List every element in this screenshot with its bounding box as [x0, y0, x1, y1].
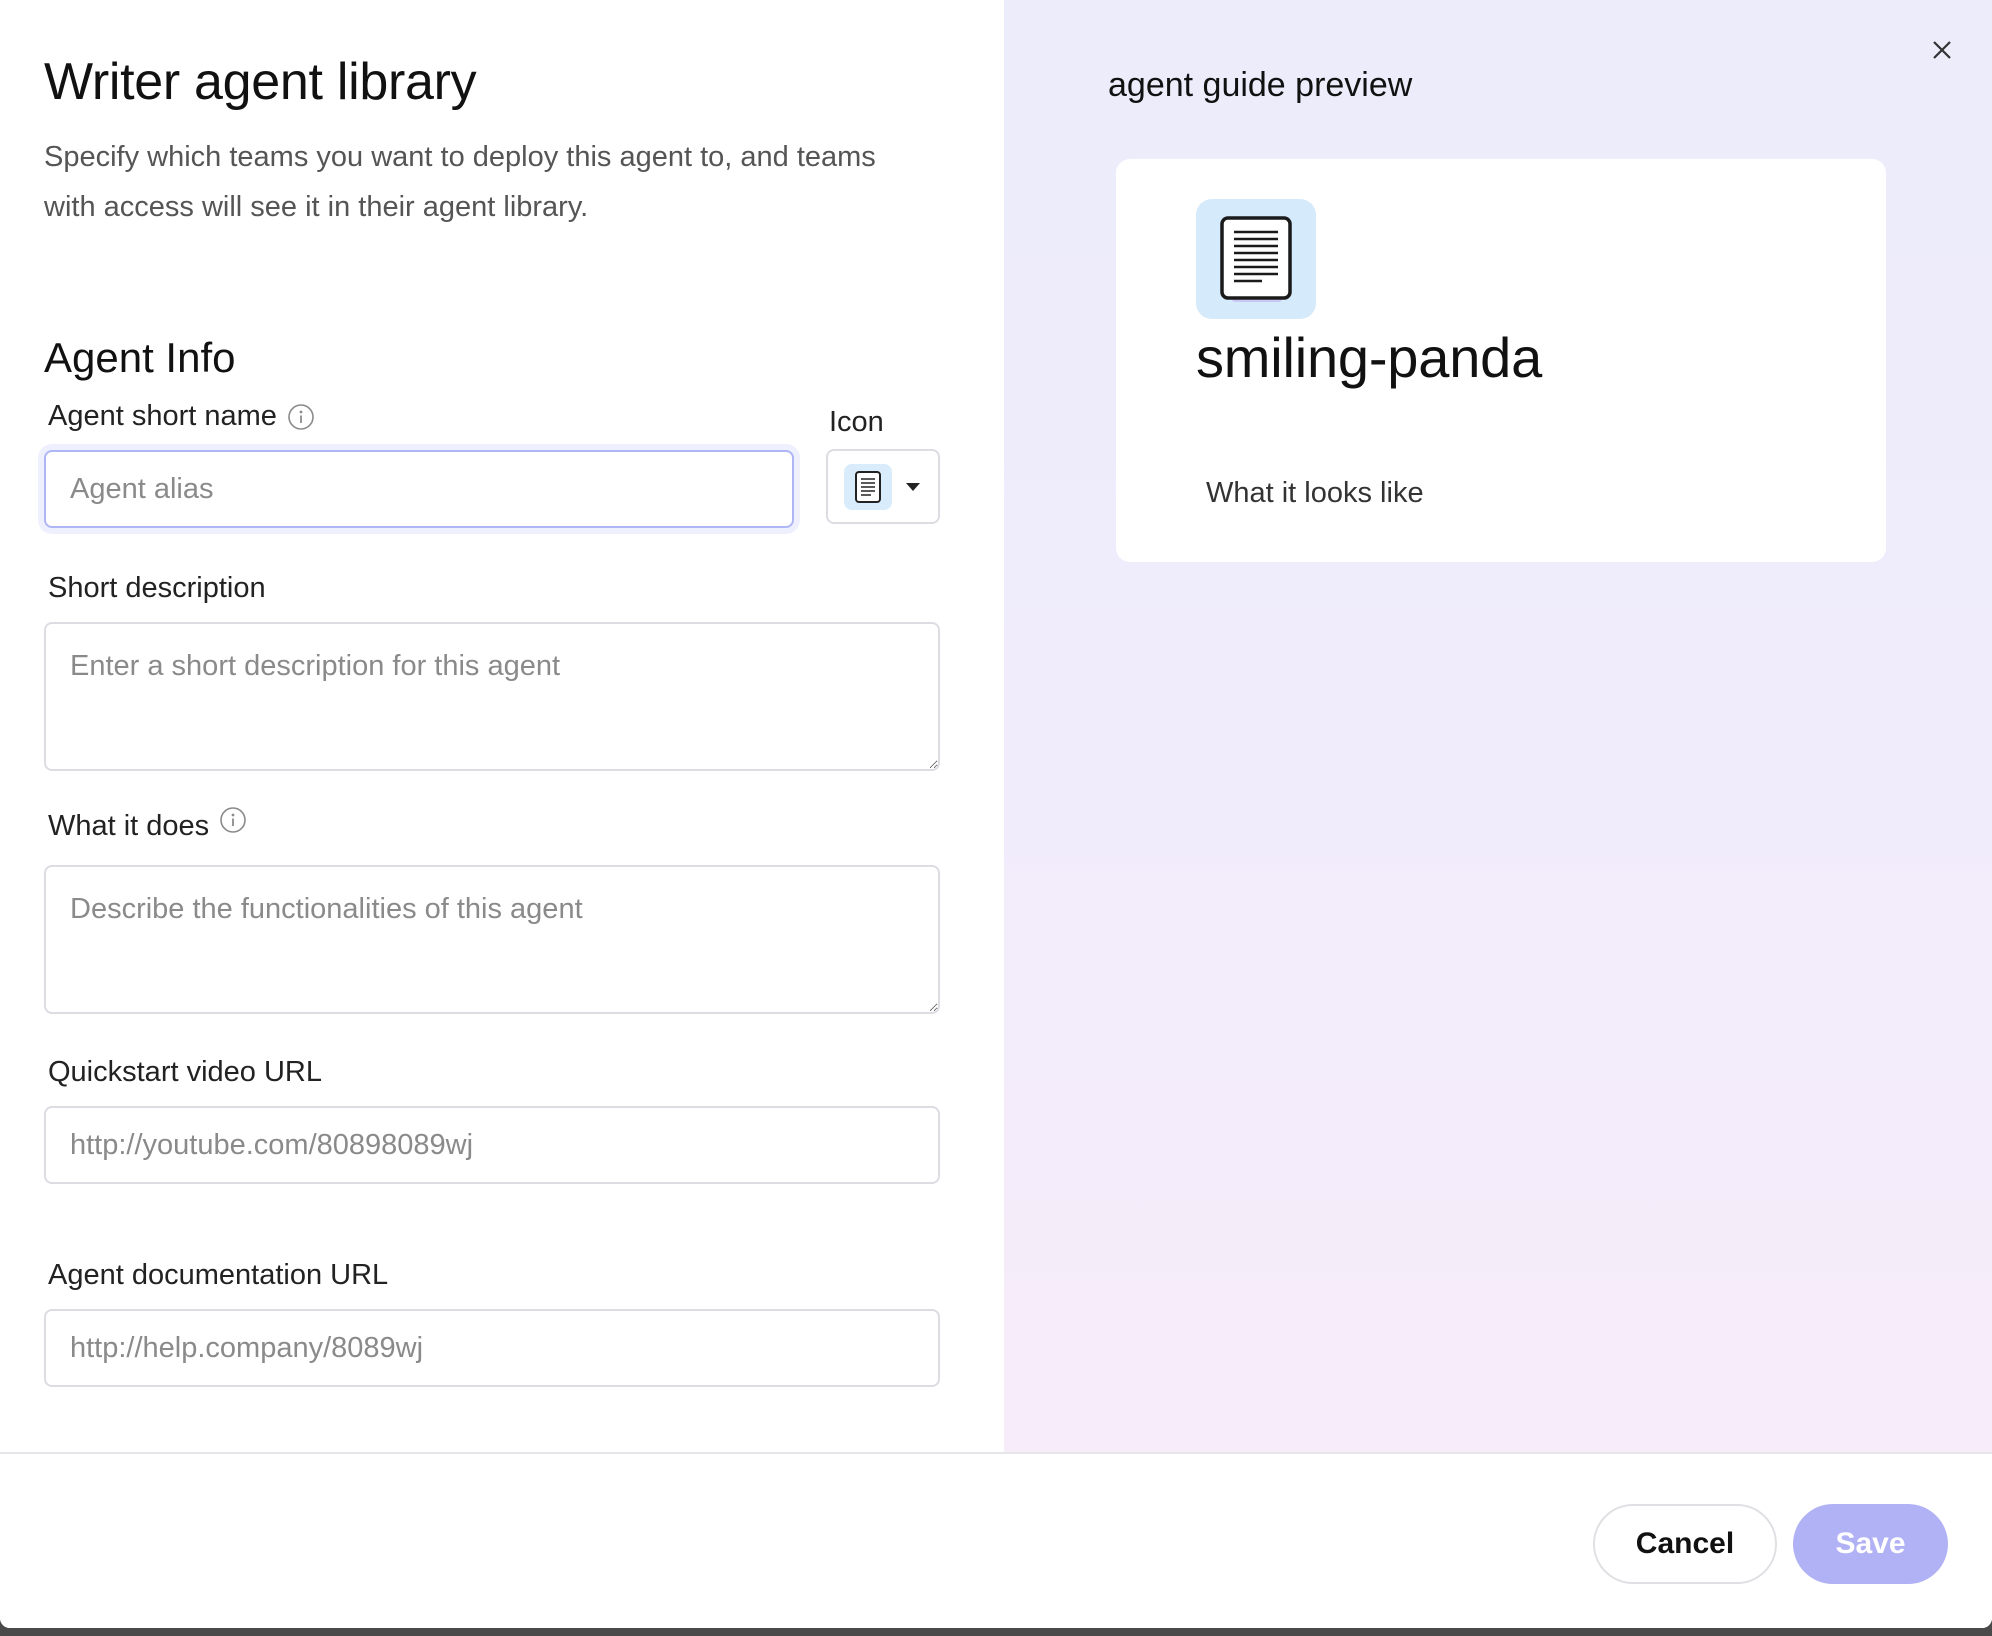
- info-icon[interactable]: [287, 403, 315, 431]
- agent-info-heading: Agent Info: [44, 334, 236, 381]
- what-it-does-label: What it does: [48, 810, 210, 842]
- what-it-does-textarea[interactable]: [44, 865, 940, 1014]
- documentation-label: Agent documentation URL: [48, 1259, 389, 1291]
- short-name-label: Agent short name: [48, 400, 277, 432]
- close-button[interactable]: [1922, 30, 1962, 70]
- short-description-label: Short description: [48, 572, 266, 604]
- preview-section-label: What it looks like: [1206, 477, 1424, 509]
- preview-card: smiling-panda What it looks like: [1116, 159, 1886, 562]
- form-pane: Writer agent library Specify which teams…: [0, 0, 1004, 1452]
- quickstart-video-url-input[interactable]: [44, 1106, 940, 1184]
- preview-title: agent guide preview: [1108, 66, 1413, 104]
- quickstart-video-label: Quickstart video URL: [48, 1056, 322, 1088]
- dialog-subtitle: Specify which teams you want to deploy t…: [44, 141, 876, 223]
- short-name-label-row: Agent short name: [48, 400, 315, 433]
- icon-label: Icon: [829, 406, 884, 438]
- agent-short-name-input[interactable]: [44, 450, 794, 528]
- agent-library-dialog: Writer agent library Specify which teams…: [0, 0, 1992, 1628]
- save-button[interactable]: Save: [1793, 1504, 1948, 1584]
- preview-pane: agent guide preview smiling-panda What i…: [1004, 0, 1992, 1452]
- icon-select-dropdown[interactable]: [826, 449, 940, 524]
- chevron-down-icon: [906, 482, 920, 491]
- short-description-textarea[interactable]: [44, 622, 940, 771]
- what-it-does-label-row: What it does: [48, 806, 247, 843]
- preview-agent-name: smiling-panda: [1196, 326, 1543, 389]
- close-icon: [1933, 41, 1951, 59]
- info-icon[interactable]: [219, 806, 247, 834]
- document-icon: [1196, 199, 1316, 319]
- selected-document-icon: [844, 463, 892, 510]
- dialog-footer: Cancel Save: [0, 1452, 1992, 1628]
- dialog-title: Writer agent library: [44, 53, 477, 111]
- cancel-button[interactable]: Cancel: [1593, 1504, 1777, 1584]
- documentation-url-input[interactable]: [44, 1309, 940, 1387]
